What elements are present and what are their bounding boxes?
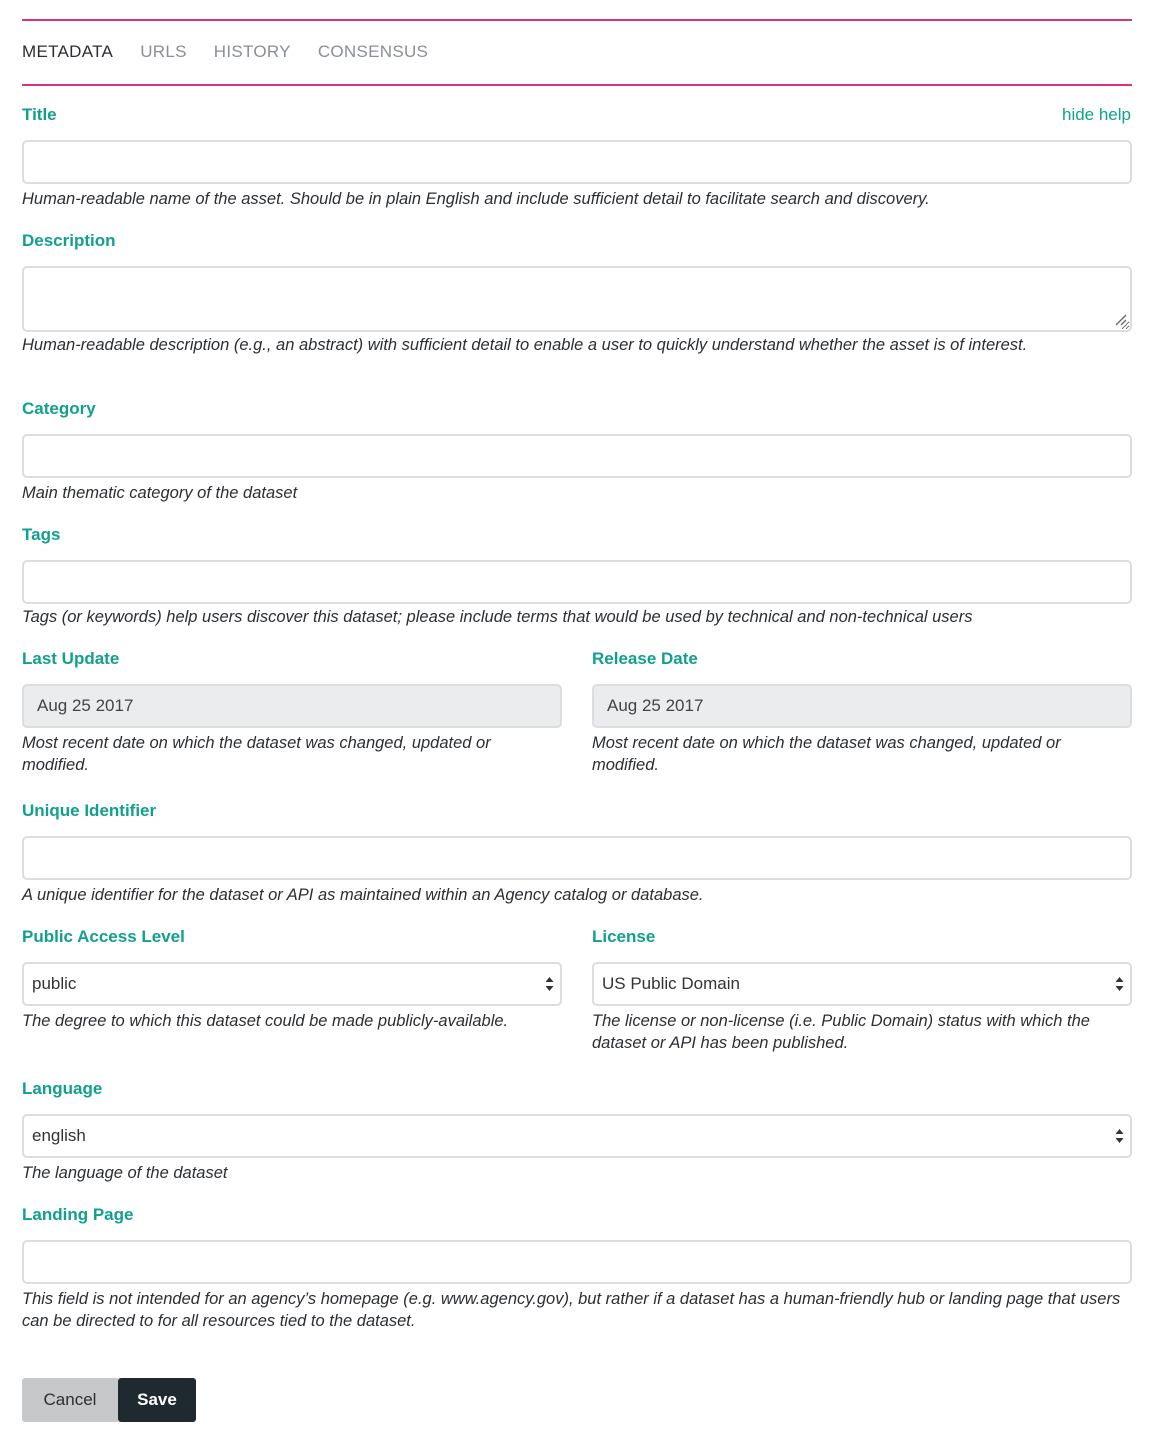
tab-urls[interactable]: URLS — [140, 40, 187, 64]
landing-page-help: This field is not intended for an agency… — [22, 1290, 1121, 1330]
tags-help: Tags (or keywords) help users discover t… — [22, 608, 973, 626]
unique-identifier-input[interactable] — [22, 836, 1132, 880]
title-help: Human-readable name of the asset. Should… — [22, 190, 930, 208]
tab-metadata[interactable]: METADATA — [22, 40, 113, 64]
tab-bar: METADATA URLS HISTORY CONSENSUS — [22, 40, 428, 64]
language-label: Language — [22, 1079, 103, 1098]
tags-input[interactable] — [22, 560, 1132, 604]
tags-label: Tags — [22, 525, 61, 544]
select-arrows-icon — [1115, 977, 1124, 991]
language-select[interactable]: english — [22, 1114, 1132, 1158]
title-input[interactable] — [22, 140, 1132, 184]
tabs-divider — [22, 84, 1132, 86]
category-label: Category — [22, 399, 96, 418]
license-help: The license or non-license (i.e. Public … — [592, 1012, 1090, 1052]
license-value: US Public Domain — [602, 974, 740, 993]
select-arrows-icon — [545, 977, 554, 991]
last-update-input — [22, 684, 562, 728]
language-help: The language of the dataset — [22, 1164, 228, 1182]
public-access-level-help: The degree to which this dataset could b… — [22, 1012, 509, 1030]
description-textarea[interactable] — [22, 266, 1132, 332]
tab-history[interactable]: HISTORY — [214, 40, 291, 64]
unique-identifier-label: Unique Identifier — [22, 801, 157, 820]
release-date-label: Release Date — [592, 649, 698, 668]
release-date-help: Most recent date on which the dataset wa… — [592, 734, 1061, 774]
language-value: english — [32, 1126, 86, 1145]
last-update-help: Most recent date on which the dataset wa… — [22, 734, 491, 774]
last-update-label: Last Update — [22, 649, 120, 668]
resize-grip-icon[interactable] — [1115, 314, 1127, 326]
category-help: Main thematic category of the dataset — [22, 484, 298, 502]
category-input[interactable] — [22, 434, 1132, 478]
tab-consensus[interactable]: CONSENSUS — [318, 40, 428, 64]
public-access-level-value: public — [32, 974, 77, 993]
description-label: Description — [22, 231, 116, 250]
top-divider — [22, 19, 1132, 21]
select-arrows-icon — [1115, 1129, 1124, 1143]
release-date-input — [592, 684, 1132, 728]
landing-page-label: Landing Page — [22, 1205, 134, 1224]
save-button[interactable]: Save — [118, 1378, 196, 1422]
landing-page-input[interactable] — [22, 1240, 1132, 1284]
cancel-button[interactable]: Cancel — [22, 1378, 118, 1422]
license-label: License — [592, 927, 656, 946]
public-access-level-select[interactable]: public — [22, 962, 562, 1006]
hide-help-link[interactable]: hide help — [1062, 104, 1131, 126]
description-help: Human-readable description (e.g., an abs… — [22, 336, 1028, 354]
public-access-level-label: Public Access Level — [22, 927, 185, 946]
unique-identifier-help: A unique identifier for the dataset or A… — [22, 886, 704, 904]
title-label: Title — [22, 105, 57, 124]
license-select[interactable]: US Public Domain — [592, 962, 1132, 1006]
